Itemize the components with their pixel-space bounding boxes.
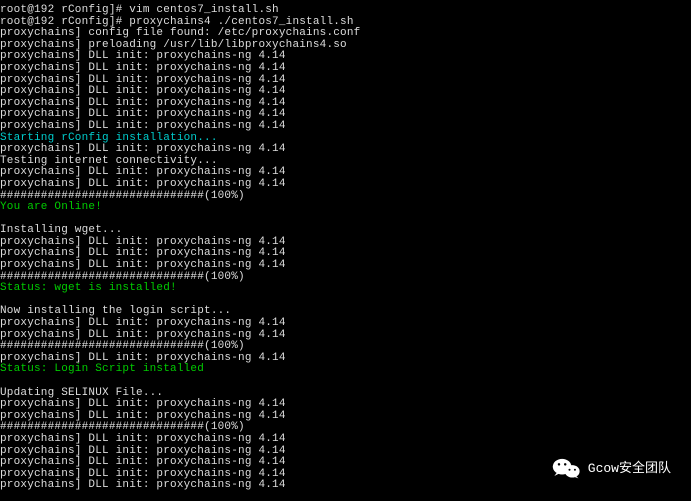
terminal-line [0, 376, 691, 388]
terminal-line: proxychains] DLL init: proxychains-ng 4.… [0, 480, 691, 492]
terminal-line: Status: wget is installed! [0, 283, 691, 295]
watermark: Gcow安全团队 [552, 457, 671, 481]
watermark-text: Gcow安全团队 [588, 462, 671, 476]
terminal-line: proxychains] DLL init: proxychains-ng 4.… [0, 86, 691, 98]
wechat-icon [552, 457, 580, 481]
terminal-line: proxychains] DLL init: proxychains-ng 4.… [0, 179, 691, 191]
terminal-line: root@192 rConfig]# vim centos7_install.s… [0, 5, 691, 17]
terminal-output: root@192 rConfig]# vim centos7_install.s… [0, 5, 691, 492]
terminal-line: ##############################(100%) [0, 191, 691, 203]
terminal-line: proxychains] DLL init: proxychains-ng 4.… [0, 434, 691, 446]
terminal-line: proxychains] DLL init: proxychains-ng 4.… [0, 144, 691, 156]
terminal-line: proxychains] DLL init: proxychains-ng 4.… [0, 260, 691, 272]
terminal-line: proxychains] DLL init: proxychains-ng 4.… [0, 121, 691, 133]
terminal-line: You are Online! [0, 202, 691, 214]
terminal-line: proxychains] DLL init: proxychains-ng 4.… [0, 318, 691, 330]
terminal-line: Status: Login Script installed [0, 364, 691, 376]
terminal-line: proxychains] DLL init: proxychains-ng 4.… [0, 63, 691, 75]
